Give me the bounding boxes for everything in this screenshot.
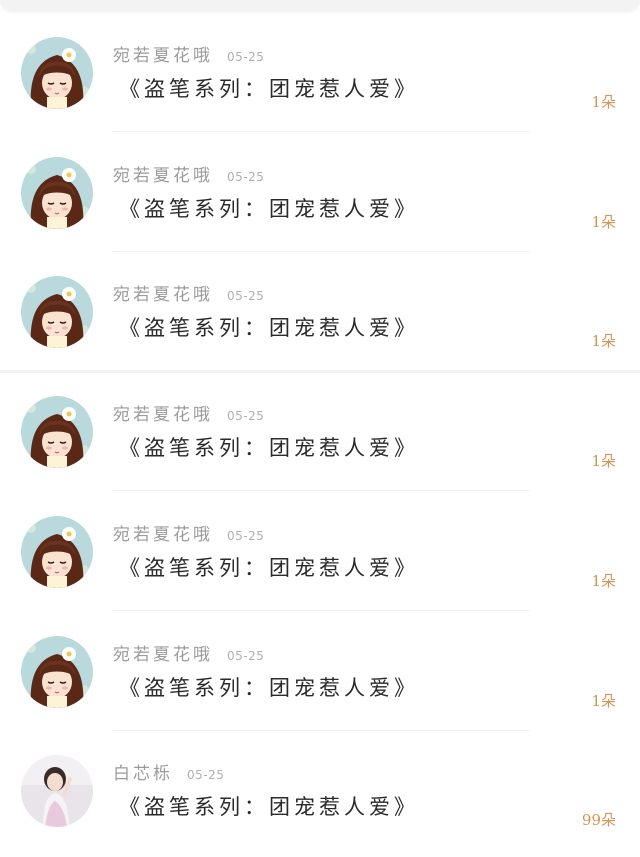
username: 宛若夏花哦 05-25	[113, 405, 265, 425]
anime-girl-avatar-icon	[21, 157, 93, 229]
list-item[interactable]: 宛若夏花哦 05-25 《盗笔系列：团宠惹人爱》 1朵	[0, 612, 640, 731]
anime-girl-avatar-icon	[21, 37, 93, 109]
avatar[interactable]	[21, 157, 93, 229]
divider	[113, 490, 529, 491]
book-title[interactable]: 《盗笔系列：团宠惹人爱》	[119, 193, 419, 223]
username: 宛若夏花哦 05-25	[113, 285, 265, 305]
avatar[interactable]	[21, 755, 93, 827]
username: 宛若夏花哦 05-25	[113, 645, 265, 665]
flower-count: 1朵	[591, 692, 616, 710]
flower-count: 1朵	[591, 572, 616, 590]
list-item[interactable]: 白芯栎 05-25 《盗笔系列：团宠惹人爱》 99朵	[0, 731, 640, 850]
list-item[interactable]: 宛若夏花哦 05-25 《盗笔系列：团宠惹人爱》 1朵	[0, 13, 640, 132]
date-label: 05-25	[187, 768, 225, 782]
avatar[interactable]	[21, 276, 93, 348]
divider	[113, 131, 529, 132]
date-label: 05-25	[227, 170, 265, 184]
anime-girl-avatar-icon	[21, 636, 93, 708]
book-title[interactable]: 《盗笔系列：团宠惹人爱》	[119, 432, 419, 462]
avatar[interactable]	[21, 636, 93, 708]
book-title[interactable]: 《盗笔系列：团宠惹人爱》	[119, 672, 419, 702]
avatar[interactable]	[21, 396, 93, 468]
flower-count: 99朵	[581, 811, 616, 829]
book-title[interactable]: 《盗笔系列：团宠惹人爱》	[119, 552, 419, 582]
divider	[113, 610, 529, 611]
flower-count: 1朵	[591, 452, 616, 470]
avatar[interactable]	[21, 516, 93, 588]
list-item[interactable]: 宛若夏花哦 05-25 《盗笔系列：团宠惹人爱》 1朵	[0, 133, 640, 252]
username: 宛若夏花哦 05-25	[113, 46, 265, 66]
list-item[interactable]: 宛若夏花哦 05-25 《盗笔系列：团宠惹人爱》 1朵	[0, 372, 640, 491]
date-label: 05-25	[227, 529, 265, 543]
date-label: 05-25	[227, 289, 265, 303]
list-item[interactable]: 宛若夏花哦 05-25 《盗笔系列：团宠惹人爱》 1朵	[0, 492, 640, 611]
photo-girl-avatar-icon	[21, 755, 93, 827]
date-label: 05-25	[227, 649, 265, 663]
anime-girl-avatar-icon	[21, 396, 93, 468]
flower-count: 1朵	[591, 93, 616, 111]
anime-girl-avatar-icon	[21, 276, 93, 348]
list-item[interactable]: 宛若夏花哦 05-25 《盗笔系列：团宠惹人爱》 1朵	[0, 252, 640, 371]
date-label: 05-25	[227, 409, 265, 423]
flower-count: 1朵	[591, 332, 616, 350]
date-label: 05-25	[227, 50, 265, 64]
username: 白芯栎 05-25	[113, 764, 225, 784]
anime-girl-avatar-icon	[21, 516, 93, 588]
book-title[interactable]: 《盗笔系列：团宠惹人爱》	[119, 73, 419, 103]
book-title[interactable]: 《盗笔系列：团宠惹人爱》	[119, 791, 419, 821]
flower-count: 1朵	[591, 213, 616, 231]
avatar[interactable]	[21, 37, 93, 109]
book-title[interactable]: 《盗笔系列：团宠惹人爱》	[119, 312, 419, 342]
top-bar	[0, 0, 640, 12]
username: 宛若夏花哦 05-25	[113, 525, 265, 545]
username: 宛若夏花哦 05-25	[113, 166, 265, 186]
